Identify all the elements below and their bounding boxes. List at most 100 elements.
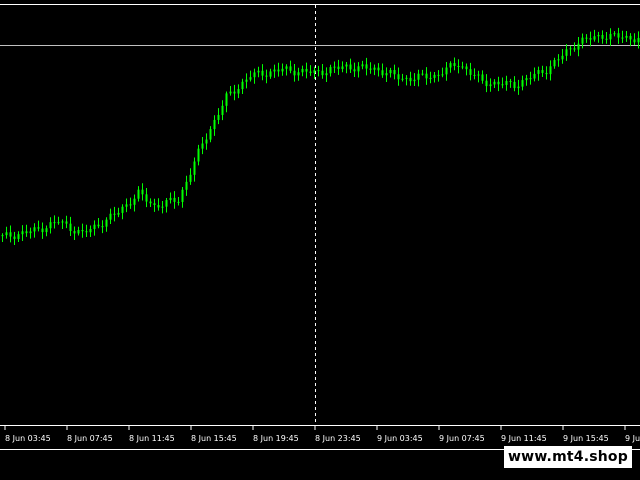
x-axis-tick-label: 9 Jun 11:45 xyxy=(501,434,547,443)
candle-body xyxy=(481,74,484,81)
candle-body xyxy=(401,78,404,80)
candle-body xyxy=(477,74,480,76)
candle-body xyxy=(609,33,612,40)
candle-body xyxy=(381,70,384,76)
candle-body xyxy=(449,63,452,68)
candle-body xyxy=(101,226,104,228)
candle-body xyxy=(413,79,416,82)
candle-body xyxy=(505,81,508,85)
candle-body xyxy=(537,70,540,74)
candle-body xyxy=(573,48,576,50)
candle-body xyxy=(185,181,188,190)
candle-body xyxy=(37,227,40,229)
candle-body xyxy=(137,189,140,199)
candle-body xyxy=(53,222,56,224)
candle-body xyxy=(569,48,572,50)
x-axis-tick-label: 9 Jun 07:45 xyxy=(439,434,485,443)
candle-body xyxy=(49,222,52,229)
candle-body xyxy=(157,205,160,208)
candle-body xyxy=(529,78,532,80)
candle-body xyxy=(501,84,504,86)
x-axis-tick-label: 9 Jun 15:45 xyxy=(563,434,609,443)
candle-body xyxy=(289,66,292,71)
watermark-box: www.mt4.shop xyxy=(504,446,632,468)
candle-body xyxy=(141,189,144,195)
candle-body xyxy=(617,33,620,38)
candle-body xyxy=(97,224,100,227)
candle-body xyxy=(237,89,240,94)
candle-body xyxy=(369,68,372,70)
candle-body xyxy=(149,201,152,204)
candle-body xyxy=(509,81,512,83)
candle-body xyxy=(497,81,500,85)
candle-body xyxy=(217,114,220,120)
x-axis-tick-label: 8 Jun 23:45 xyxy=(315,434,361,443)
chart-area[interactable]: 8 Jun 03:45 8 Jun 07:45 8 Jun 11:45 8 Jun 1… xyxy=(0,0,640,480)
candle-body xyxy=(545,72,548,75)
candle-body xyxy=(557,59,560,61)
x-axis-tick-label: 8 Jun 15:45 xyxy=(191,434,237,443)
candle-body xyxy=(161,206,164,208)
candle-body xyxy=(621,37,624,39)
candle-body xyxy=(549,66,552,75)
candle-body xyxy=(321,70,324,76)
candle-body xyxy=(249,77,252,80)
candle-body xyxy=(233,91,236,94)
candle-body xyxy=(257,70,260,73)
candle-body xyxy=(17,234,20,239)
price-chart[interactable]: 8 Jun 03:45 8 Jun 07:45 8 Jun 11:45 8 Jun 1… xyxy=(0,0,640,480)
candle-body xyxy=(69,223,72,232)
x-axis-tick-label: 9 Jun 03:45 xyxy=(377,434,423,443)
x-axis-tick-label: 8 Jun 19:45 xyxy=(253,434,299,443)
candle-body xyxy=(305,68,308,72)
candle-body xyxy=(1,235,4,237)
candle-body xyxy=(93,224,96,229)
candle-body xyxy=(253,72,256,78)
candle-body xyxy=(273,69,276,72)
x-axis-tick-label: 8 Jun 07:45 xyxy=(67,434,113,443)
candle-body xyxy=(521,80,524,87)
candle-body xyxy=(629,35,632,40)
candle-body xyxy=(205,139,208,144)
candle-body xyxy=(613,33,616,35)
candle-body xyxy=(349,64,352,70)
x-axis-tick-label: 8 Jun 03:45 xyxy=(5,434,51,443)
candle-body xyxy=(561,55,564,60)
candle-body xyxy=(493,81,496,85)
candle-body xyxy=(421,73,424,75)
candle-body xyxy=(345,64,348,67)
candle-body xyxy=(281,68,284,72)
candle-body xyxy=(377,67,380,71)
candle-body xyxy=(173,197,176,202)
candle-body xyxy=(625,35,628,38)
candle-body xyxy=(21,231,24,235)
x-axis-tick-label: 9 Ju xyxy=(625,434,640,443)
candle-body xyxy=(209,129,212,140)
candle-body xyxy=(441,74,444,76)
candle-body xyxy=(317,70,320,72)
candle-body xyxy=(525,78,528,81)
candle-body xyxy=(261,70,264,76)
candle-body xyxy=(133,198,136,205)
candle-body xyxy=(533,73,536,79)
candle-body xyxy=(269,71,272,77)
candle-body xyxy=(397,74,400,80)
candle-body xyxy=(405,77,408,79)
candle-body xyxy=(89,228,92,233)
candle-body xyxy=(453,63,456,66)
candle-body xyxy=(245,79,248,82)
candle-body xyxy=(41,228,44,233)
candle-body xyxy=(181,189,184,202)
candle-body xyxy=(437,74,440,76)
candle-body xyxy=(29,231,32,234)
candle-body xyxy=(333,66,336,68)
candle-body xyxy=(577,43,580,50)
candle-body xyxy=(61,221,64,223)
candle-body xyxy=(605,38,608,40)
candle-body xyxy=(125,204,128,207)
candle-body xyxy=(445,67,448,75)
chart-background xyxy=(0,0,640,480)
candle-body xyxy=(565,49,568,56)
candle-body xyxy=(465,66,468,70)
x-axis-tick-label: 8 Jun 11:45 xyxy=(129,434,175,443)
